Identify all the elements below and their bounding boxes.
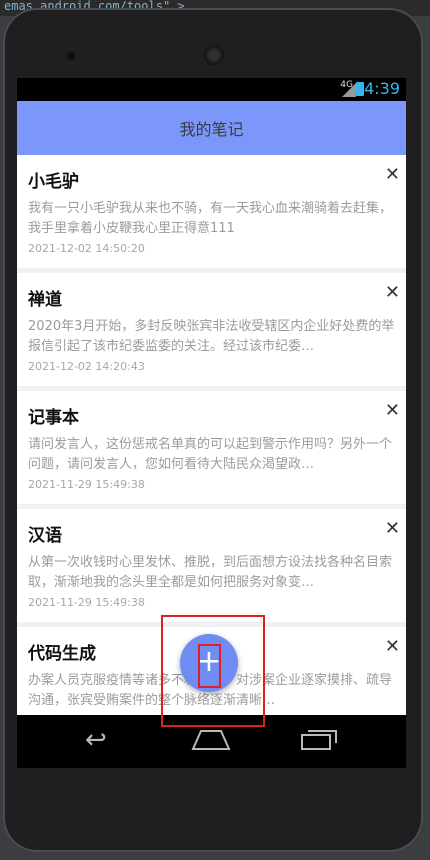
close-icon[interactable]: ✕: [385, 520, 400, 538]
note-title: 汉语: [28, 526, 62, 546]
close-icon[interactable]: ✕: [385, 638, 400, 656]
app-bar: 我的笔记: [17, 101, 406, 155]
note-title: 代码生成: [28, 644, 96, 664]
note-date: 2021-12-02 14:20:43: [28, 360, 145, 373]
note-date: 2021-11-29 15:49:38: [28, 478, 145, 491]
back-icon[interactable]: ↩: [85, 725, 107, 755]
recents-icon[interactable]: [300, 727, 340, 758]
note-content: 请问发言人，这份惩戒名单真的可以起到警示作用吗？另外一个问题，请问发言人，您如何…: [28, 437, 393, 472]
note-date: 2021-11-29 15:49:38: [28, 596, 145, 609]
status-time: 4:39: [364, 79, 400, 98]
note-title: 小毛驴: [28, 172, 79, 192]
note-card[interactable]: 记事本 ✕ 请问发言人，这份惩戒名单真的可以起到警示作用吗？另外一个问题，请问发…: [17, 391, 406, 504]
page-title: 我的笔记: [179, 120, 244, 139]
home-icon-shape: [191, 730, 231, 750]
note-card[interactable]: 汉语 ✕ 从第一次收钱时心里发怵、推脱，到后面想方设法找各种名目索取，渐渐地我的…: [17, 509, 406, 622]
front-camera: [67, 52, 75, 60]
note-title: 记事本: [28, 408, 79, 428]
note-content: 我有一只小毛驴我从来也不骑，有一天我心血来潮骑着去赶集，我手里拿着小皮鞭我心里正…: [28, 201, 393, 236]
note-content: 2020年3月开始，多封反映张宾非法收受辖区内企业好处费的举报信引起了该市纪委监…: [28, 319, 395, 354]
recents-icon-shape: [301, 730, 337, 750]
home-icon[interactable]: [191, 727, 231, 758]
note-date: 2021-12-02 14:50:20: [28, 242, 145, 255]
highlight-box-inner: [198, 644, 221, 688]
close-icon[interactable]: ✕: [385, 402, 400, 420]
signal-icon: [342, 83, 356, 97]
close-icon[interactable]: ✕: [385, 284, 400, 302]
close-icon[interactable]: ✕: [385, 166, 400, 184]
note-card[interactable]: 禅道 ✕ 2020年3月开始，多封反映张宾非法收受辖区内企业好处费的举报信引起了…: [17, 273, 406, 386]
earpiece-speaker: [204, 45, 224, 65]
note-content: 从第一次收钱时心里发怵、推脱，到后面想方设法找各种名目索取，渐渐地我的念头里全都…: [28, 555, 393, 590]
battery-icon: [356, 82, 364, 96]
status-bar: 4G 4:39: [17, 78, 406, 101]
note-card[interactable]: 小毛驴 ✕ 我有一只小毛驴我从来也不骑，有一天我心血来潮骑着去赶集，我手里拿着小…: [17, 155, 406, 268]
note-title: 禅道: [28, 290, 62, 310]
